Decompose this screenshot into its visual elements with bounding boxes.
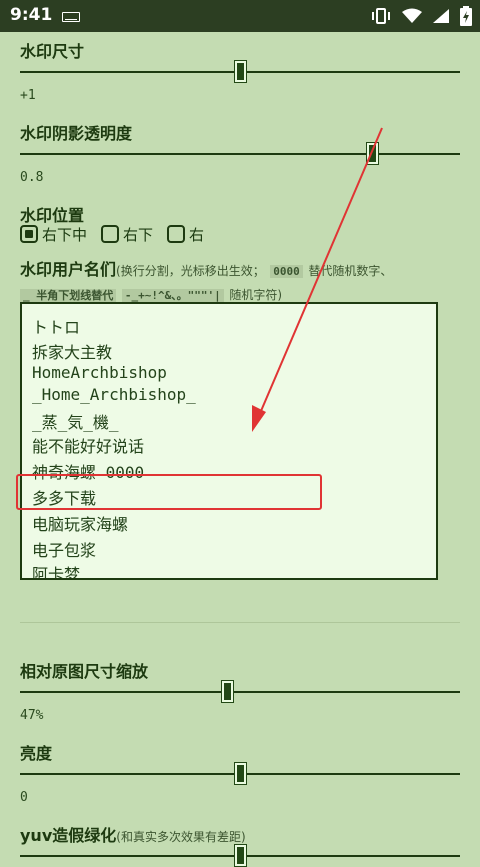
- option-label: 右下: [123, 225, 154, 244]
- checkbox-icon[interactable]: [101, 225, 120, 243]
- usernames-hint-1: (换行分割，光标移出生效；: [116, 264, 265, 278]
- watermark-size-value: +1: [20, 88, 36, 103]
- keyboard-icon: [62, 12, 80, 22]
- status-bar: 9:41: [0, 0, 480, 32]
- usernames-textarea[interactable]: トトロ 拆家大主教 HomeArchbishop _Home_Archbisho…: [20, 302, 438, 580]
- code-random-chars: -_+~!^&、。"""'|: [121, 289, 224, 302]
- option-label: 右: [189, 225, 205, 244]
- slider-thumb[interactable]: [234, 60, 247, 83]
- yuv-slider[interactable]: [20, 844, 460, 867]
- highlight-box: [16, 474, 322, 510]
- shadow-opacity-value: 0.8: [20, 170, 44, 185]
- scale-value: 47%: [20, 708, 44, 723]
- watermark-size-slider[interactable]: [20, 60, 460, 83]
- name-line: HomeArchbishop: [32, 363, 167, 382]
- brightness-value: 0: [20, 790, 28, 805]
- scale-label: 相对原图尺寸缩放: [20, 662, 149, 681]
- signal-icon: [433, 9, 449, 23]
- name-line: _蒸_気_機_: [32, 413, 119, 432]
- slider-thumb[interactable]: [366, 142, 379, 165]
- name-line: 电脑玩家海螺: [32, 515, 129, 534]
- shadow-opacity-slider[interactable]: [20, 142, 460, 165]
- yuv-label: yuv造假绿化: [20, 826, 117, 845]
- name-line: 拆家大主教: [32, 343, 113, 362]
- usernames-hint-4: 随机字符): [229, 288, 283, 302]
- vibrate-icon: [372, 8, 390, 24]
- usernames-label-block: 水印用户名们(换行分割，光标移出生效； 0000 替代随机数字、 _ 半角下划线…: [20, 259, 470, 307]
- name-line: トトロ: [32, 318, 81, 337]
- section-divider: [20, 622, 460, 623]
- slider-thumb[interactable]: [220, 680, 234, 703]
- scale-slider[interactable]: [20, 680, 460, 703]
- status-time: 9:41: [10, 5, 53, 25]
- usernames-label: 水印用户名们: [20, 260, 117, 279]
- status-icons: [370, 6, 472, 26]
- yuv-hint: (和真实多次效果有差距): [116, 830, 246, 844]
- brightness-label: 亮度: [20, 744, 53, 763]
- shadow-opacity-label: 水印阴影透明度: [20, 124, 133, 143]
- position-option-right[interactable]: 右: [167, 224, 204, 245]
- wifi-icon: [402, 8, 422, 23]
- name-line: _Home_Archbishop_: [32, 385, 196, 404]
- name-line: 阿卡梦: [32, 565, 81, 580]
- slider-track: [20, 691, 460, 693]
- position-option-bottom-right-center[interactable]: 右下中: [20, 224, 87, 245]
- slider-thumb[interactable]: [234, 762, 247, 785]
- checkbox-icon[interactable]: [167, 225, 186, 243]
- usernames-hint-2: 替代随机数字、: [308, 264, 393, 278]
- name-line: 能不能好好说话: [32, 437, 145, 456]
- checkbox-checked-icon[interactable]: [20, 225, 38, 243]
- watermark-size-label: 水印尺寸: [20, 42, 85, 61]
- brightness-slider[interactable]: [20, 762, 460, 785]
- position-option-bottom-right[interactable]: 右下: [101, 224, 153, 245]
- code-random-digits: 0000: [270, 265, 303, 278]
- position-label: 水印位置: [20, 206, 85, 225]
- yuv-label-block: yuv造假绿化(和真实多次效果有差距): [20, 822, 246, 846]
- code-underscore: _ 半角下划线替代: [20, 289, 117, 302]
- position-options: 右下中 右下 右: [20, 224, 214, 244]
- name-line: 电子包浆: [32, 541, 97, 560]
- slider-track: [20, 153, 460, 155]
- slider-thumb[interactable]: [234, 844, 247, 867]
- battery-icon: [460, 6, 472, 26]
- option-label: 右下中: [42, 225, 88, 244]
